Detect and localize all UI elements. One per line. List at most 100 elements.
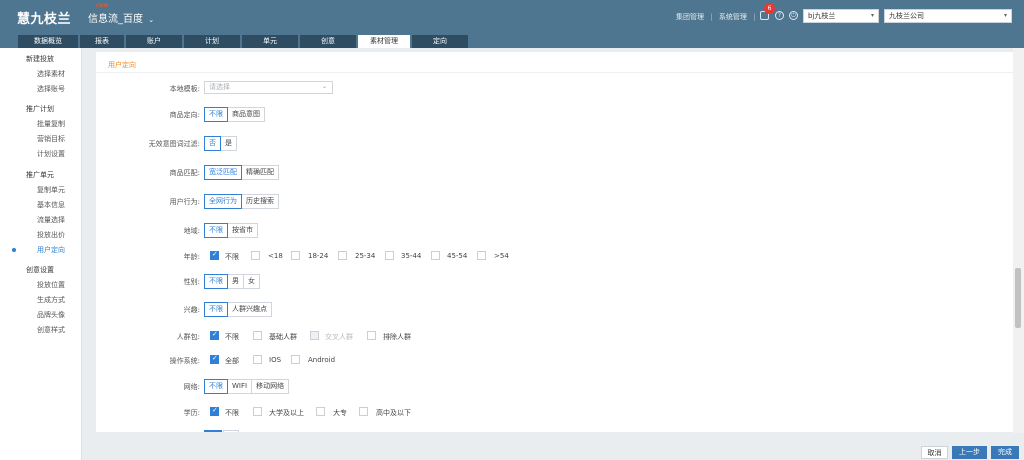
age-checkbox-over-54[interactable] <box>477 251 486 260</box>
new-tag: new <box>96 2 109 9</box>
sidebar-item-brand-avatar[interactable]: 品牌头像 <box>37 310 65 320</box>
crowd-pack-checkbox-exclude[interactable] <box>367 331 376 340</box>
age-option-any: 不限 <box>225 253 239 261</box>
age-checkbox-25-34[interactable] <box>338 251 347 260</box>
interest-option-crowd-interest[interactable]: 人群兴趣点 <box>227 303 271 316</box>
sidebar-item-placement[interactable]: 投放位置 <box>37 280 65 290</box>
sidebar-item-batch-copy[interactable]: 批量复制 <box>37 119 65 129</box>
os-checkbox-android[interactable] <box>291 355 300 364</box>
network-option-any[interactable]: 不限 <box>204 379 228 394</box>
education-option-college: 大专 <box>333 409 347 417</box>
next-option-partial[interactable] <box>204 430 222 432</box>
education-option-any: 不限 <box>225 409 239 417</box>
company-select[interactable]: 九枝兰公司 ▾ <box>884 9 1012 23</box>
age-checkbox-under-18[interactable] <box>251 251 260 260</box>
sidebar-item-user-targeting[interactable]: 用户定向 <box>37 245 65 255</box>
notification-count-badge: 6 <box>764 3 775 14</box>
crowd-pack-checkbox-any[interactable] <box>210 330 219 340</box>
sidebar-item-marketing-goal[interactable]: 营销目标 <box>37 134 65 144</box>
region-option-by-province[interactable]: 按省市 <box>227 224 257 237</box>
os-option-all: 全部 <box>225 357 239 365</box>
tab-creative[interactable]: 创意 <box>300 35 356 48</box>
sidebar-item-generation-mode[interactable]: 生成方式 <box>37 295 65 305</box>
age-checkbox-18-24[interactable] <box>291 251 300 260</box>
os-checkbox-all[interactable] <box>210 354 219 364</box>
sidebar-item-bid[interactable]: 投放出价 <box>37 230 65 240</box>
next-option-partial[interactable] <box>223 430 239 432</box>
tab-account[interactable]: 账户 <box>126 35 182 48</box>
sidebar-item-plan-settings[interactable]: 计划设置 <box>37 149 65 159</box>
user-behavior-toggle: 全网行为 历史搜索 <box>204 194 279 209</box>
cancel-button[interactable]: 取消 <box>921 446 948 459</box>
sidebar-item-select-material[interactable]: 选择素材 <box>37 69 65 79</box>
invalid-filter-option-no[interactable]: 否 <box>204 136 221 151</box>
network-option-wifi[interactable]: WIFI <box>227 380 252 393</box>
sidebar-item-copy-unit[interactable]: 复制单元 <box>37 185 65 195</box>
region-option-any[interactable]: 不限 <box>204 223 228 238</box>
education-checkbox-any[interactable] <box>210 406 219 416</box>
gender-option-male[interactable]: 男 <box>227 275 243 288</box>
sidebar-group-creative[interactable]: 创意设置 <box>26 265 54 275</box>
gender-option-any[interactable]: 不限 <box>204 274 228 289</box>
gender-toggle: 不限 男 女 <box>204 274 260 289</box>
chevron-down-icon: ▾ <box>1003 12 1007 19</box>
tab-data-overview[interactable]: 数据概览 <box>18 35 78 48</box>
product-targeting-toggle: 不限 商品意图 <box>204 107 265 122</box>
age-label: 年龄: <box>183 253 200 261</box>
brand-logo[interactable]: 慧九枝兰 <box>17 8 71 27</box>
sidebar-item-creative-style[interactable]: 创意样式 <box>37 325 65 335</box>
education-checkbox-college[interactable] <box>316 407 325 416</box>
sidebar-group-unit[interactable]: 推广单元 <box>26 170 54 180</box>
crowd-pack-option-any: 不限 <box>225 333 239 341</box>
product-title: 信息流_百度 <box>88 14 143 25</box>
sidebar-item-basic-info[interactable]: 基本信息 <box>37 200 65 210</box>
product-targeting-option-intent[interactable]: 商品意图 <box>227 108 264 121</box>
os-checkbox-ios[interactable] <box>253 355 262 364</box>
section-divider <box>96 72 1013 73</box>
system-management-link[interactable]: 系统管理 <box>719 13 747 21</box>
help-icon[interactable]: ? <box>775 11 784 20</box>
education-checkbox-high-school[interactable] <box>359 407 368 416</box>
age-checkbox-45-54[interactable] <box>431 251 440 260</box>
network-label: 网络: <box>183 383 200 391</box>
product-match-option-broad[interactable]: 宽泛匹配 <box>204 165 242 180</box>
sidebar-group-plan[interactable]: 推广计划 <box>26 104 54 114</box>
crowd-pack-label: 人群包: <box>176 333 200 341</box>
crowd-pack-checkbox-basic[interactable] <box>253 331 262 340</box>
product-match-toggle: 宽泛匹配 精确匹配 <box>204 165 279 180</box>
chevron-down-icon: ▾ <box>870 12 874 19</box>
top-links: 集团管理 | 系统管理 | <box>676 12 759 22</box>
interest-option-any[interactable]: 不限 <box>204 302 228 317</box>
tab-targeting[interactable]: 定向 <box>412 35 468 48</box>
user-behavior-option-history[interactable]: 历史搜索 <box>241 195 278 208</box>
sidebar-item-select-account[interactable]: 选择账号 <box>37 84 65 94</box>
power-icon[interactable]: ⏻ <box>789 11 798 20</box>
account-select[interactable]: bj九枝兰 ▾ <box>803 9 879 23</box>
page-scrollbar[interactable] <box>1013 48 1024 433</box>
sidebar-group-new-delivery[interactable]: 新建投放 <box>26 54 54 64</box>
group-management-link[interactable]: 集团管理 <box>676 13 704 21</box>
tab-plan[interactable]: 计划 <box>184 35 240 48</box>
gender-option-female[interactable]: 女 <box>243 275 259 288</box>
crowd-pack-option-basic: 基础人群 <box>269 333 297 341</box>
previous-step-button[interactable]: 上一步 <box>952 446 987 459</box>
user-behavior-option-all[interactable]: 全网行为 <box>204 194 242 209</box>
network-option-mobile[interactable]: 移动网络 <box>251 380 289 393</box>
education-checkbox-university[interactable] <box>253 407 262 416</box>
product-targeting-option-any[interactable]: 不限 <box>204 107 228 122</box>
age-checkbox-35-44[interactable] <box>385 251 394 260</box>
template-select[interactable]: 请选择 ⌄ <box>204 81 333 94</box>
template-placeholder: 请选择 <box>209 83 230 91</box>
tab-material-management[interactable]: 素材管理 <box>358 35 410 48</box>
age-checkbox-any[interactable] <box>210 250 219 260</box>
tab-unit[interactable]: 单元 <box>242 35 298 48</box>
sidebar-item-traffic-select[interactable]: 流量选择 <box>37 215 65 225</box>
region-label: 地域: <box>183 227 200 235</box>
active-indicator-icon <box>12 248 16 252</box>
done-button[interactable]: 完成 <box>991 446 1019 459</box>
invalid-filter-option-yes[interactable]: 是 <box>220 137 236 150</box>
product-match-option-exact[interactable]: 精确匹配 <box>241 166 278 179</box>
product-switcher[interactable]: new 信息流_百度 ⌄ <box>88 2 154 25</box>
scrollbar-thumb[interactable] <box>1015 268 1021 328</box>
tab-reports[interactable]: 报表 <box>80 35 124 48</box>
